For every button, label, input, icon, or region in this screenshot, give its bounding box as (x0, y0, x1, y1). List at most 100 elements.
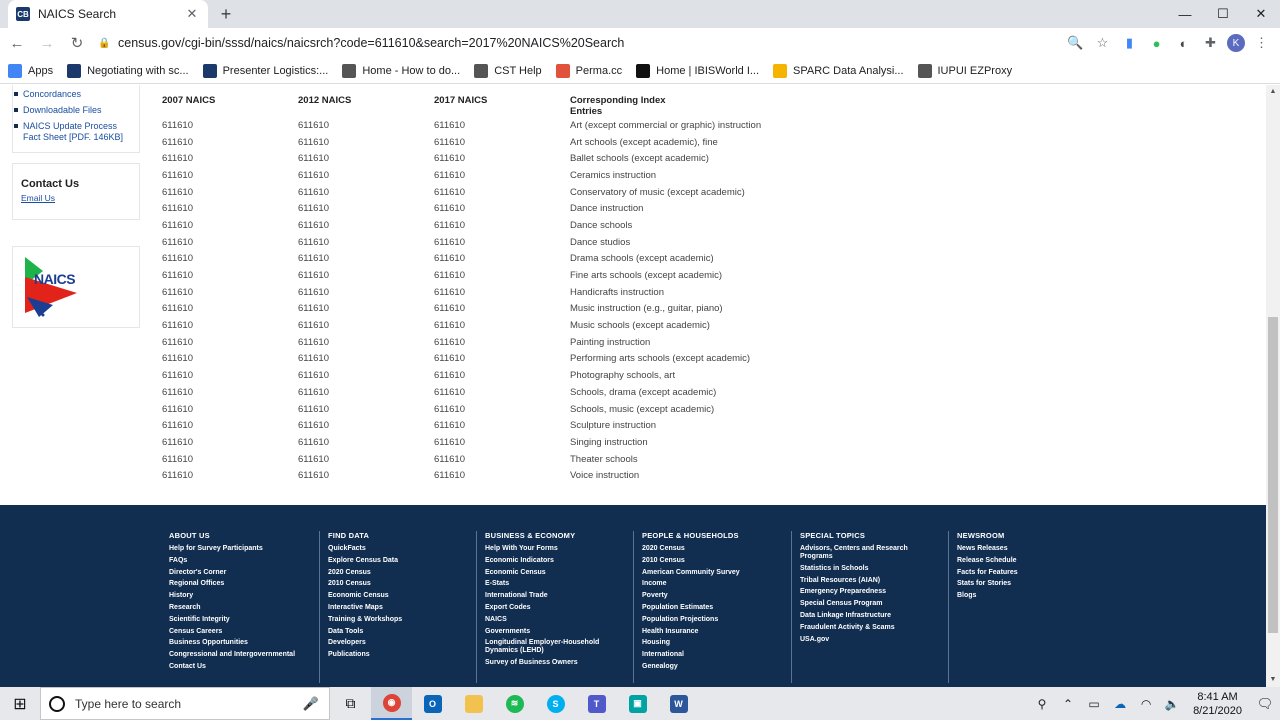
outlook-taskbar-icon[interactable]: O (412, 687, 453, 720)
footer-link[interactable]: Scientific Integrity (169, 616, 319, 624)
file-explorer-taskbar-icon[interactable] (453, 687, 494, 720)
browser-tab[interactable]: CB NAICS Search ✕ (8, 0, 208, 28)
footer-link[interactable]: Help for Survey Participants (169, 545, 319, 553)
wifi-icon[interactable]: ◠ (1133, 697, 1159, 711)
footer-link[interactable]: Fraudulent Activity & Scams (800, 624, 941, 632)
footer-link[interactable]: Blogs (957, 592, 1098, 600)
reload-button[interactable]: ↻ (64, 30, 90, 56)
footer-link[interactable]: Contact Us (169, 663, 319, 671)
footer-link[interactable]: Interactive Maps (328, 604, 469, 612)
page-scrollbar[interactable]: ▲ ▼ (1266, 85, 1280, 687)
footer-link[interactable]: 2010 Census (328, 580, 469, 588)
footer-link[interactable]: International Trade (485, 592, 626, 600)
footer-link[interactable]: Health Insurance (642, 628, 783, 636)
spotify-taskbar-icon[interactable]: ≋ (494, 687, 535, 720)
bookmark-item[interactable]: Apps (8, 63, 53, 78)
footer-link[interactable]: Longitudinal Employer-Household Dynamics… (485, 639, 626, 655)
footer-link[interactable]: Tribal Resources (AIAN) (800, 577, 941, 585)
onedrive-icon[interactable]: ☁ (1107, 697, 1133, 711)
scroll-down-arrow-icon[interactable]: ▼ (1266, 673, 1280, 687)
address-bar[interactable]: 🔒 census.gov/cgi-bin/sssd/naics/naicsrch… (98, 31, 1098, 55)
people-icon[interactable]: ⚲ (1029, 697, 1055, 711)
footer-link[interactable]: Congressional and Intergovernmental (169, 651, 319, 659)
zoom-icon[interactable]: 🔍 (1065, 30, 1086, 56)
footer-link[interactable]: Housing (642, 639, 783, 647)
bookmark-item[interactable]: IUPUI EZProxy (917, 63, 1012, 78)
footer-link[interactable]: Genealogy (642, 663, 783, 671)
footer-link[interactable]: QuickFacts (328, 545, 469, 553)
tray-chevron-up-icon[interactable]: ⌃ (1055, 697, 1081, 711)
extension-circle-icon[interactable]: ◐ (1173, 30, 1194, 56)
scroll-up-arrow-icon[interactable]: ▲ (1266, 85, 1280, 99)
footer-link[interactable]: USA.gov (800, 636, 941, 644)
footer-link[interactable]: Population Estimates (642, 604, 783, 612)
close-window-button[interactable]: ✕ (1242, 0, 1280, 28)
footer-link[interactable]: Emergency Preparedness (800, 588, 941, 596)
footer-link[interactable]: Census Careers (169, 628, 319, 636)
footer-link[interactable]: Regional Offices (169, 580, 319, 588)
footer-link[interactable]: Business Opportunities (169, 639, 319, 647)
snip-taskbar-icon[interactable]: ▣ (617, 687, 658, 720)
notifications-icon[interactable]: 🗨 (1250, 696, 1280, 712)
footer-link[interactable]: Income (642, 580, 783, 588)
footer-link[interactable]: Population Projections (642, 616, 783, 624)
footer-link[interactable]: Poverty (642, 592, 783, 600)
docs-extension-icon[interactable]: ▮ (1119, 30, 1140, 56)
minimize-button[interactable]: — (1166, 0, 1204, 28)
footer-link[interactable]: Developers (328, 639, 469, 647)
bookmark-item[interactable]: Home - How to do... (342, 63, 460, 78)
footer-link[interactable]: Research (169, 604, 319, 612)
taskbar-clock[interactable]: 8:41 AM 8/21/2020 (1193, 690, 1242, 718)
bookmark-item[interactable]: CST Help (474, 63, 542, 78)
word-taskbar-icon[interactable]: W (658, 687, 699, 720)
footer-link[interactable]: Advisors, Centers and Research Programs (800, 545, 941, 561)
task-view-icon[interactable]: ⧉ (330, 687, 371, 720)
footer-link[interactable]: Director's Corner (169, 569, 319, 577)
start-windows-icon[interactable]: ⊞ (0, 687, 40, 720)
footer-link[interactable]: Data Linkage Infrastructure (800, 612, 941, 620)
footer-link[interactable]: History (169, 592, 319, 600)
sidebar-link-concordances[interactable]: Concordances (13, 89, 135, 100)
chrome-taskbar-icon[interactable]: ◉ (371, 687, 412, 720)
footer-link[interactable]: Help With Your Forms (485, 545, 626, 553)
footer-link[interactable]: Release Schedule (957, 557, 1098, 565)
footer-link[interactable]: Stats for Stories (957, 580, 1098, 588)
profile-avatar[interactable]: K (1227, 34, 1245, 52)
footer-link[interactable]: Economic Indicators (485, 557, 626, 565)
footer-link[interactable]: Data Tools (328, 628, 469, 636)
footer-link[interactable]: Governments (485, 628, 626, 636)
scroll-thumb[interactable] (1268, 317, 1278, 633)
footer-link[interactable]: Special Census Program (800, 600, 941, 608)
bookmark-star-icon[interactable]: ☆ (1092, 30, 1113, 56)
bookmark-item[interactable]: Perma.cc (555, 63, 622, 78)
bookmark-item[interactable]: SPARC Data Analysi... (773, 63, 904, 78)
back-button[interactable]: ← (4, 30, 30, 56)
bookmark-item[interactable]: Negotiating with sc... (67, 63, 189, 78)
sidebar-link-downloadable-files[interactable]: Downloadable Files (13, 105, 135, 116)
forward-button[interactable]: → (34, 30, 60, 56)
footer-link[interactable]: 2010 Census (642, 557, 783, 565)
tab-close-icon[interactable]: ✕ (184, 6, 200, 22)
microphone-icon[interactable]: 🎤 (303, 696, 319, 712)
skype-taskbar-icon[interactable]: S (535, 687, 576, 720)
evernote-extension-icon[interactable]: ● (1146, 30, 1167, 56)
footer-link[interactable]: Training & Workshops (328, 616, 469, 624)
bookmark-item[interactable]: Home | IBISWorld I... (636, 63, 759, 78)
footer-link[interactable]: Economic Census (328, 592, 469, 600)
footer-link[interactable]: News Releases (957, 545, 1098, 553)
taskbar-search-input[interactable]: Type here to search 🎤 (40, 687, 330, 720)
battery-icon[interactable]: ▭ (1081, 697, 1107, 711)
footer-link[interactable]: Statistics in Schools (800, 565, 941, 573)
footer-link[interactable]: Survey of Business Owners (485, 659, 626, 667)
footer-link[interactable]: NAICS (485, 616, 626, 624)
footer-link[interactable]: American Community Survey (642, 569, 783, 577)
footer-link[interactable]: E-Stats (485, 580, 626, 588)
footer-link[interactable]: FAQs (169, 557, 319, 565)
footer-link[interactable]: Explore Census Data (328, 557, 469, 565)
footer-link[interactable]: Economic Census (485, 569, 626, 577)
footer-link[interactable]: Publications (328, 651, 469, 659)
volume-icon[interactable]: 🔈 (1159, 697, 1185, 711)
bookmark-item[interactable]: Presenter Logistics:... (202, 63, 328, 78)
footer-link[interactable]: International (642, 651, 783, 659)
menu-kebab-icon[interactable]: ⋮ (1251, 30, 1272, 56)
